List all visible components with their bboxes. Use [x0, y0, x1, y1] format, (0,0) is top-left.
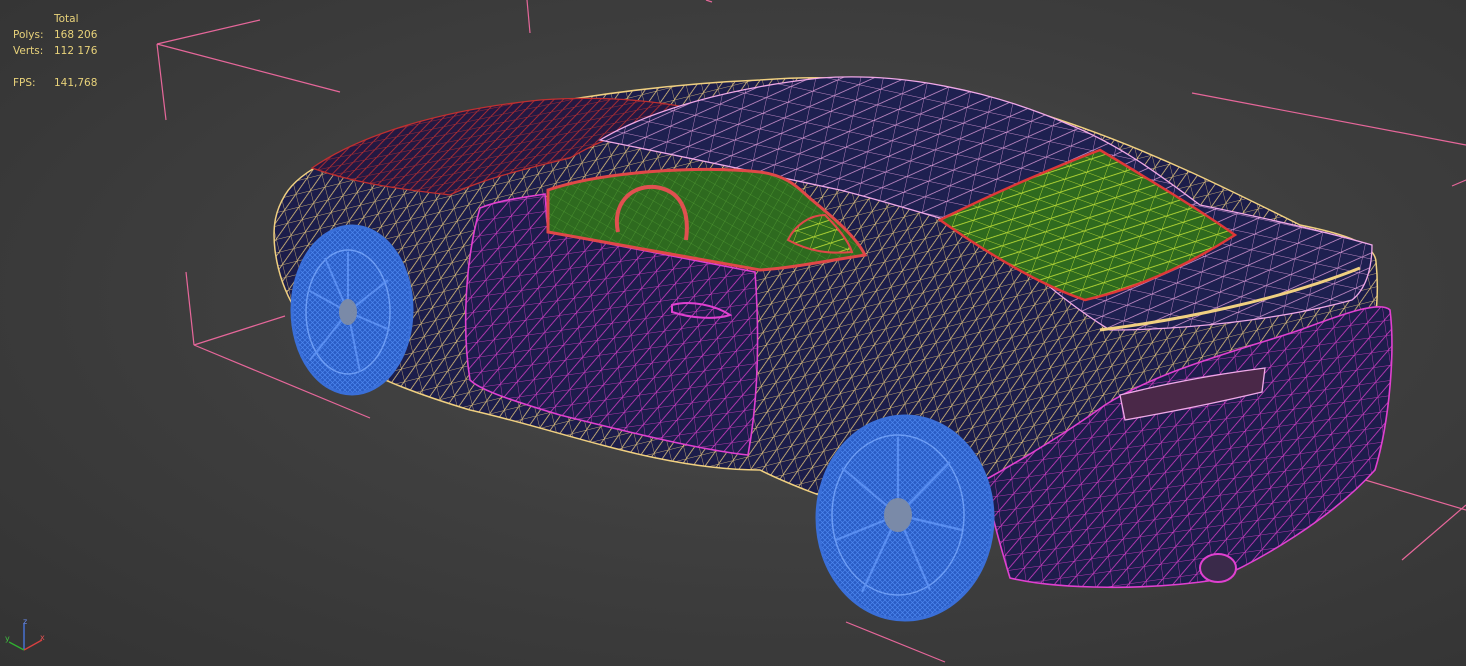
stats-header: Total [54, 13, 79, 25]
axis-y-label: y [5, 634, 10, 643]
verts-label: Verts: [13, 45, 44, 57]
viewport-statistics: Total Polys: 168 206 Verts: 112 176 FPS:… [13, 11, 97, 91]
rear-wheel [815, 414, 995, 622]
front-wheel [290, 224, 414, 396]
verts-value: 112 176 [54, 45, 98, 57]
polys-label: Polys: [13, 29, 44, 41]
viewport-3d[interactable]: z x y [0, 0, 1466, 666]
car-exhaust [1199, 553, 1237, 583]
axis-gizmo: z x y [5, 617, 45, 651]
axis-z-label: z [23, 617, 27, 626]
axis-x-label: x [40, 633, 45, 642]
polys-value: 168 206 [54, 29, 98, 41]
fps-value: 141,768 [54, 77, 98, 89]
fps-label: FPS: [13, 77, 36, 89]
